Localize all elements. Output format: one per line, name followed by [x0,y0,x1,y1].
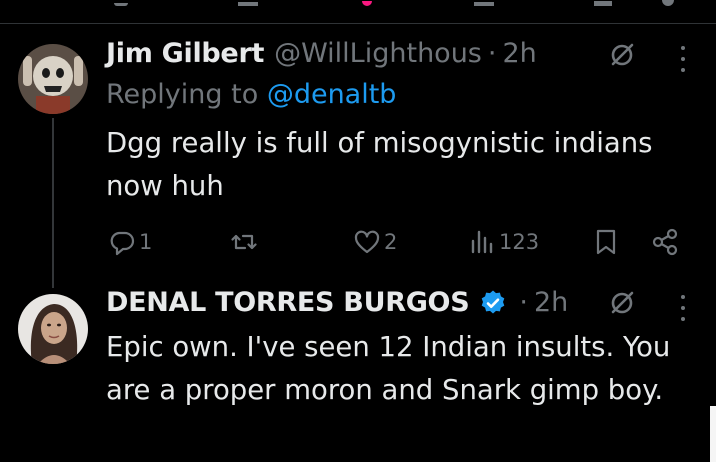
tweet-text: Dgg really is full of misogynistic india… [106,127,653,202]
views-icon[interactable] [474,0,494,6]
author-handle[interactable]: @WillLighthous [274,38,482,70]
reply-icon [110,231,135,256]
post-action-bar: 1 2 123 [0,224,716,260]
like-button[interactable]: 2 [352,224,397,260]
avatar[interactable] [18,294,88,364]
reply-icon[interactable] [114,0,128,6]
repost-icon [231,234,257,250]
scrollbar-thumb[interactable] [710,406,716,462]
post-header: Jim Gilbert @WillLighthous · 2h [106,38,537,70]
timestamp[interactable]: 2h [534,287,568,319]
post-header: DENAL TORRES BURGOS · 2h [106,287,568,319]
reply-mention-link[interactable]: @denaltb [267,79,397,110]
heart-icon[interactable] [362,0,372,6]
replying-to-label: Replying to [106,79,259,110]
separator-dot: · [519,287,528,318]
author-name[interactable]: DENAL TORRES BURGOS [106,287,470,319]
heart-icon [354,230,380,254]
more-icon[interactable] [678,295,688,321]
bookmark-icon[interactable] [594,0,612,6]
more-icon[interactable] [678,46,688,72]
views-button[interactable]: 123 [467,224,539,260]
share-icon[interactable] [662,0,674,6]
verified-badge-icon [479,289,507,317]
like-count: 2 [384,230,398,254]
bookmark-icon [596,229,616,255]
author-name[interactable]: Jim Gilbert [106,38,264,70]
separator-dot: · [487,38,497,69]
repost-icon[interactable] [238,0,258,6]
repost-button[interactable] [229,224,261,260]
avatar[interactable] [18,44,88,114]
views-icon [471,230,493,254]
bookmark-button[interactable] [591,224,621,260]
previous-post-action-bar [0,0,716,24]
timestamp[interactable]: 2h [502,38,536,70]
edit-icon[interactable] [608,289,636,317]
reply-button[interactable]: 1 [107,224,152,260]
reply-count: 1 [139,230,153,254]
tweet-text: Epic own. I've seen 12 Indian insults. Y… [106,331,671,406]
edit-icon[interactable] [608,41,636,69]
replying-to-line: Replying to @denaltb [106,79,396,111]
views-count: 123 [499,230,540,254]
share-icon [652,228,678,256]
thread-connector-line [52,118,54,288]
share-button[interactable] [650,224,680,260]
